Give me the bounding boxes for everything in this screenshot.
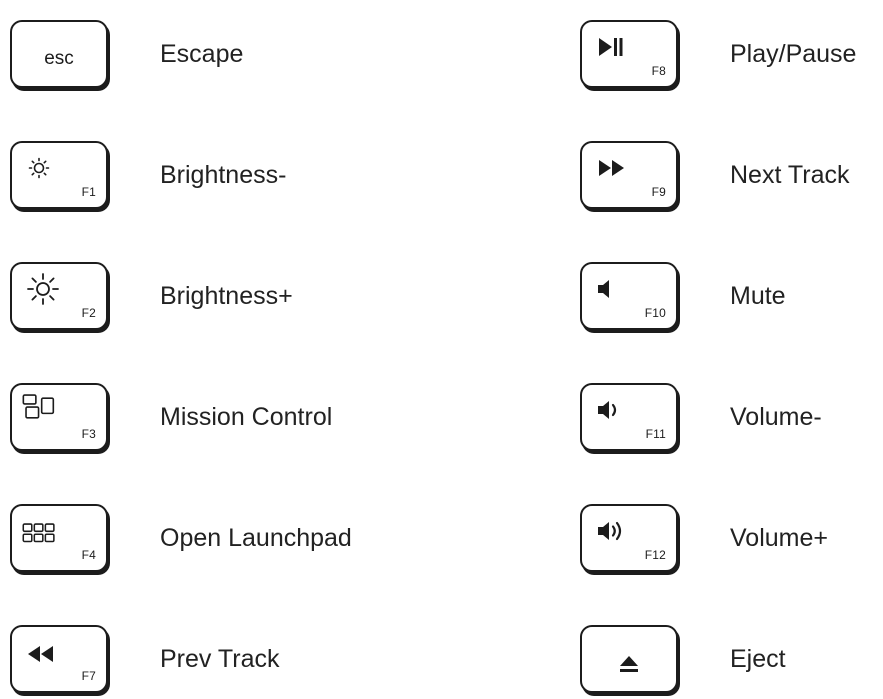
key-description: Brightness-: [160, 160, 287, 189]
f1-key: F1: [10, 141, 108, 209]
key-description: Mute: [730, 281, 786, 310]
fn-label: F7: [81, 669, 96, 683]
volume-up-icon: [596, 516, 630, 546]
key-description: Eject: [730, 644, 786, 673]
key-description: Play/Pause: [730, 39, 857, 68]
f8-key: F8: [580, 20, 678, 88]
key-row-play-pause: F8 Play/Pause: [580, 14, 856, 94]
play-pause-icon: [596, 32, 630, 62]
eject-key: [580, 625, 678, 693]
key-row-brightness-up: F2 Brightness+: [10, 256, 293, 336]
fn-label: F11: [645, 427, 666, 441]
fn-label: F1: [81, 185, 96, 199]
key-description: Volume-: [730, 402, 822, 431]
key-description: Mission Control: [160, 402, 333, 431]
key-row-escape: esc Escape: [10, 14, 243, 94]
fn-label: F12: [644, 548, 666, 562]
esc-key: esc: [10, 20, 108, 88]
f2-key: F2: [10, 262, 108, 330]
f3-key: F3: [10, 383, 108, 451]
key-description: Escape: [160, 39, 244, 68]
esc-key-label: esc: [44, 48, 74, 69]
key-row-brightness-down: F1 Brightness-: [10, 135, 286, 215]
key-description: Prev Track: [160, 644, 280, 673]
left-column: esc Escape F1 Brightness- F2 Brightness+…: [0, 0, 440, 693]
key-description: Volume+: [730, 523, 828, 552]
fn-label: F2: [81, 306, 96, 320]
key-description: Brightness+: [160, 281, 293, 310]
fn-label: F9: [651, 185, 666, 199]
mute-icon: [596, 274, 630, 304]
key-row-launchpad: F4 Open Launchpad: [10, 498, 352, 578]
key-row-volume-up: F12 Volume+: [580, 498, 828, 578]
key-row-next-track: F9 Next Track: [580, 135, 849, 215]
key-row-volume-down: F11 Volume-: [580, 377, 822, 457]
key-description: Next Track: [730, 160, 850, 189]
launchpad-icon: [22, 518, 56, 548]
f9-key: F9: [580, 141, 678, 209]
fn-label: F8: [651, 64, 666, 78]
f10-key: F10: [580, 262, 678, 330]
key-row-mute: F10 Mute: [580, 256, 786, 336]
brightness-up-icon: [26, 273, 60, 305]
f12-key: F12: [580, 504, 678, 572]
right-column: F8 Play/Pause F9 Next Track F10 Mute F11…: [570, 0, 883, 693]
key-row-mission-control: F3 Mission Control: [10, 377, 332, 457]
key-description: Open Launchpad: [160, 523, 352, 552]
brightness-down-icon: [26, 153, 60, 183]
eject-icon: [582, 627, 676, 691]
fn-label: F10: [644, 306, 666, 320]
f7-key: F7: [10, 625, 108, 693]
key-row-prev-track: F7 Prev Track: [10, 619, 279, 699]
fn-label: F3: [81, 427, 96, 441]
rewind-icon: [26, 639, 60, 669]
key-row-eject: Eject: [580, 619, 786, 699]
fn-label: F4: [81, 548, 96, 562]
mission-control-icon: [22, 393, 56, 423]
f4-key: F4: [10, 504, 108, 572]
fast-forward-icon: [596, 153, 630, 183]
volume-down-icon: [596, 395, 630, 425]
f11-key: F11: [580, 383, 678, 451]
